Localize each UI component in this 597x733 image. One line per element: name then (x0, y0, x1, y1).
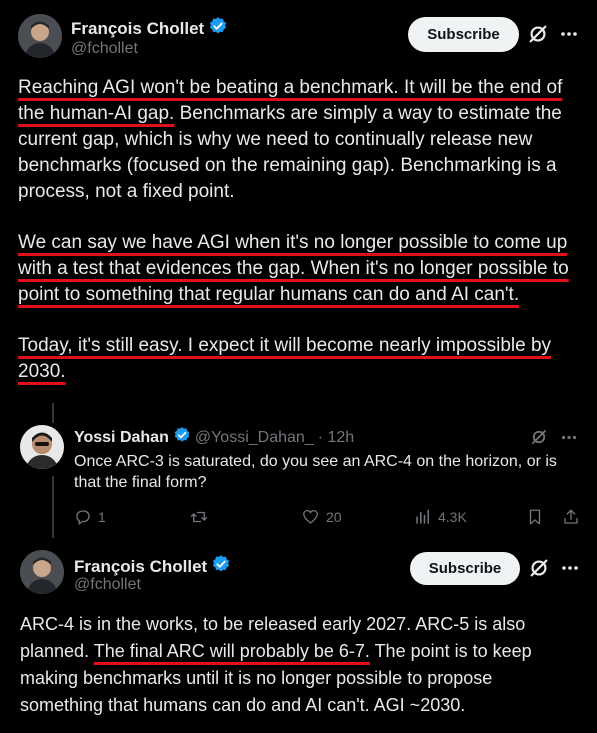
share-icon (564, 509, 578, 524)
grok-icon[interactable] (526, 22, 550, 46)
reply-button[interactable]: 1 (74, 508, 106, 526)
subscribe-button[interactable]: Subscribe (410, 552, 520, 585)
grok-icon[interactable] (529, 427, 549, 447)
highlighted-text: Today, it's still easy. I expect it will… (18, 335, 552, 382)
like-count: 20 (326, 509, 342, 525)
avatar-image (20, 425, 64, 469)
avatar-image (18, 14, 62, 58)
more-icon[interactable] (559, 558, 581, 578)
avatar-image (20, 550, 64, 594)
reply-count: 1 (98, 509, 106, 525)
post-body: Reaching AGI won't be beating a benchmar… (18, 75, 580, 385)
reply-icon (76, 510, 90, 526)
views-icon (416, 509, 429, 524)
reply-author-avatar[interactable] (20, 425, 64, 469)
thread-connector-line (52, 403, 54, 423)
post-paragraph-3: Today, it's still easy. I expect it will… (18, 333, 580, 385)
reply-author-name[interactable]: Yossi Dahan (74, 429, 169, 447)
verified-badge-icon (211, 554, 231, 579)
author-name-row: François Chollet (71, 16, 228, 41)
views-button[interactable]: 4.3K (414, 508, 467, 526)
reply-action-bar: 1 20 4.3K (74, 507, 584, 527)
verified-badge-icon (173, 426, 191, 449)
thread-connector-line (52, 476, 54, 538)
author-avatar[interactable] (18, 14, 62, 58)
bookmark-button[interactable] (527, 508, 543, 526)
highlighted-text: The final ARC will probably be 6-7. (93, 641, 370, 661)
author-name[interactable]: François Chollet (71, 19, 204, 39)
retweet-icon (190, 511, 208, 523)
post-paragraph-2: We can say we have AGI when it's no long… (18, 230, 580, 308)
reply-body: Once ARC-3 is saturated, do you see an A… (74, 453, 557, 491)
verified-badge-icon (208, 16, 228, 41)
reply-author-handle[interactable]: @Yossi_Dahan_ (195, 429, 314, 447)
like-icon (303, 509, 318, 524)
subscribe-button[interactable]: Subscribe (408, 17, 519, 52)
more-icon[interactable] (559, 428, 579, 446)
author-handle[interactable]: @fchollet (71, 40, 138, 58)
response-author-name[interactable]: François Chollet (74, 557, 207, 577)
post-paragraph-1: Reaching AGI won't be beating a benchmar… (18, 75, 580, 205)
like-button[interactable]: 20 (301, 508, 342, 526)
response-author-avatar[interactable] (20, 550, 64, 594)
grok-icon[interactable] (527, 556, 551, 580)
response-author-handle[interactable]: @fchollet (74, 576, 141, 594)
share-button[interactable] (562, 508, 580, 526)
retweet-button[interactable] (189, 508, 209, 526)
view-count: 4.3K (438, 509, 467, 525)
bookmark-icon (529, 509, 541, 525)
reply-name-row: Yossi Dahan @Yossi_Dahan_ · 12h (74, 426, 354, 449)
reply-timestamp[interactable]: · 12h (318, 429, 354, 447)
more-icon[interactable] (558, 24, 580, 44)
response-body: ARC-4 is in the works, to be released ea… (20, 611, 580, 719)
highlighted-text: We can say we have AGI when it's no long… (18, 232, 569, 305)
